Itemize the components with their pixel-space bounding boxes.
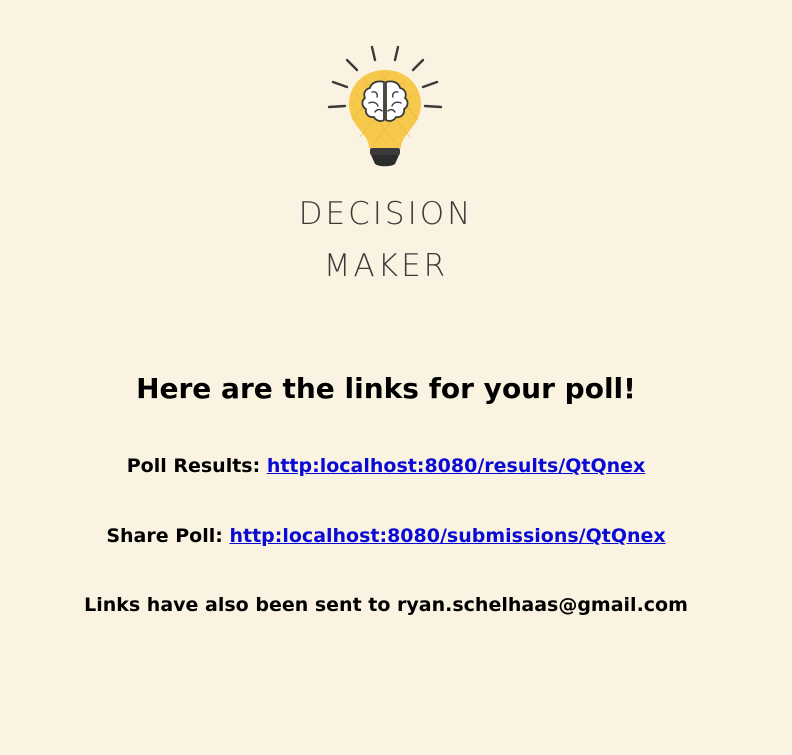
share-poll-link[interactable]: http:localhost:8080/submissions/QtQnex bbox=[229, 525, 665, 547]
app-logo: DECISION MAKER bbox=[0, 0, 792, 300]
logo-text-line-1: DECISION bbox=[298, 196, 474, 232]
email-notice: Links have also been sent to ryan.schelh… bbox=[84, 594, 688, 616]
share-poll-row: Share Poll: http:localhost:8080/submissi… bbox=[0, 525, 772, 547]
poll-results-label: Poll Results: bbox=[126, 455, 261, 477]
share-poll-label: Share Poll: bbox=[106, 525, 223, 547]
poll-results-link[interactable]: http:localhost:8080/results/QtQnex bbox=[267, 455, 645, 477]
page-heading: Here are the links for your poll! bbox=[136, 372, 636, 405]
lightbulb-brain-icon bbox=[327, 45, 443, 167]
poll-results-row: Poll Results: http:localhost:8080/result… bbox=[0, 455, 772, 477]
logo-text-line-2: MAKER bbox=[323, 248, 449, 284]
